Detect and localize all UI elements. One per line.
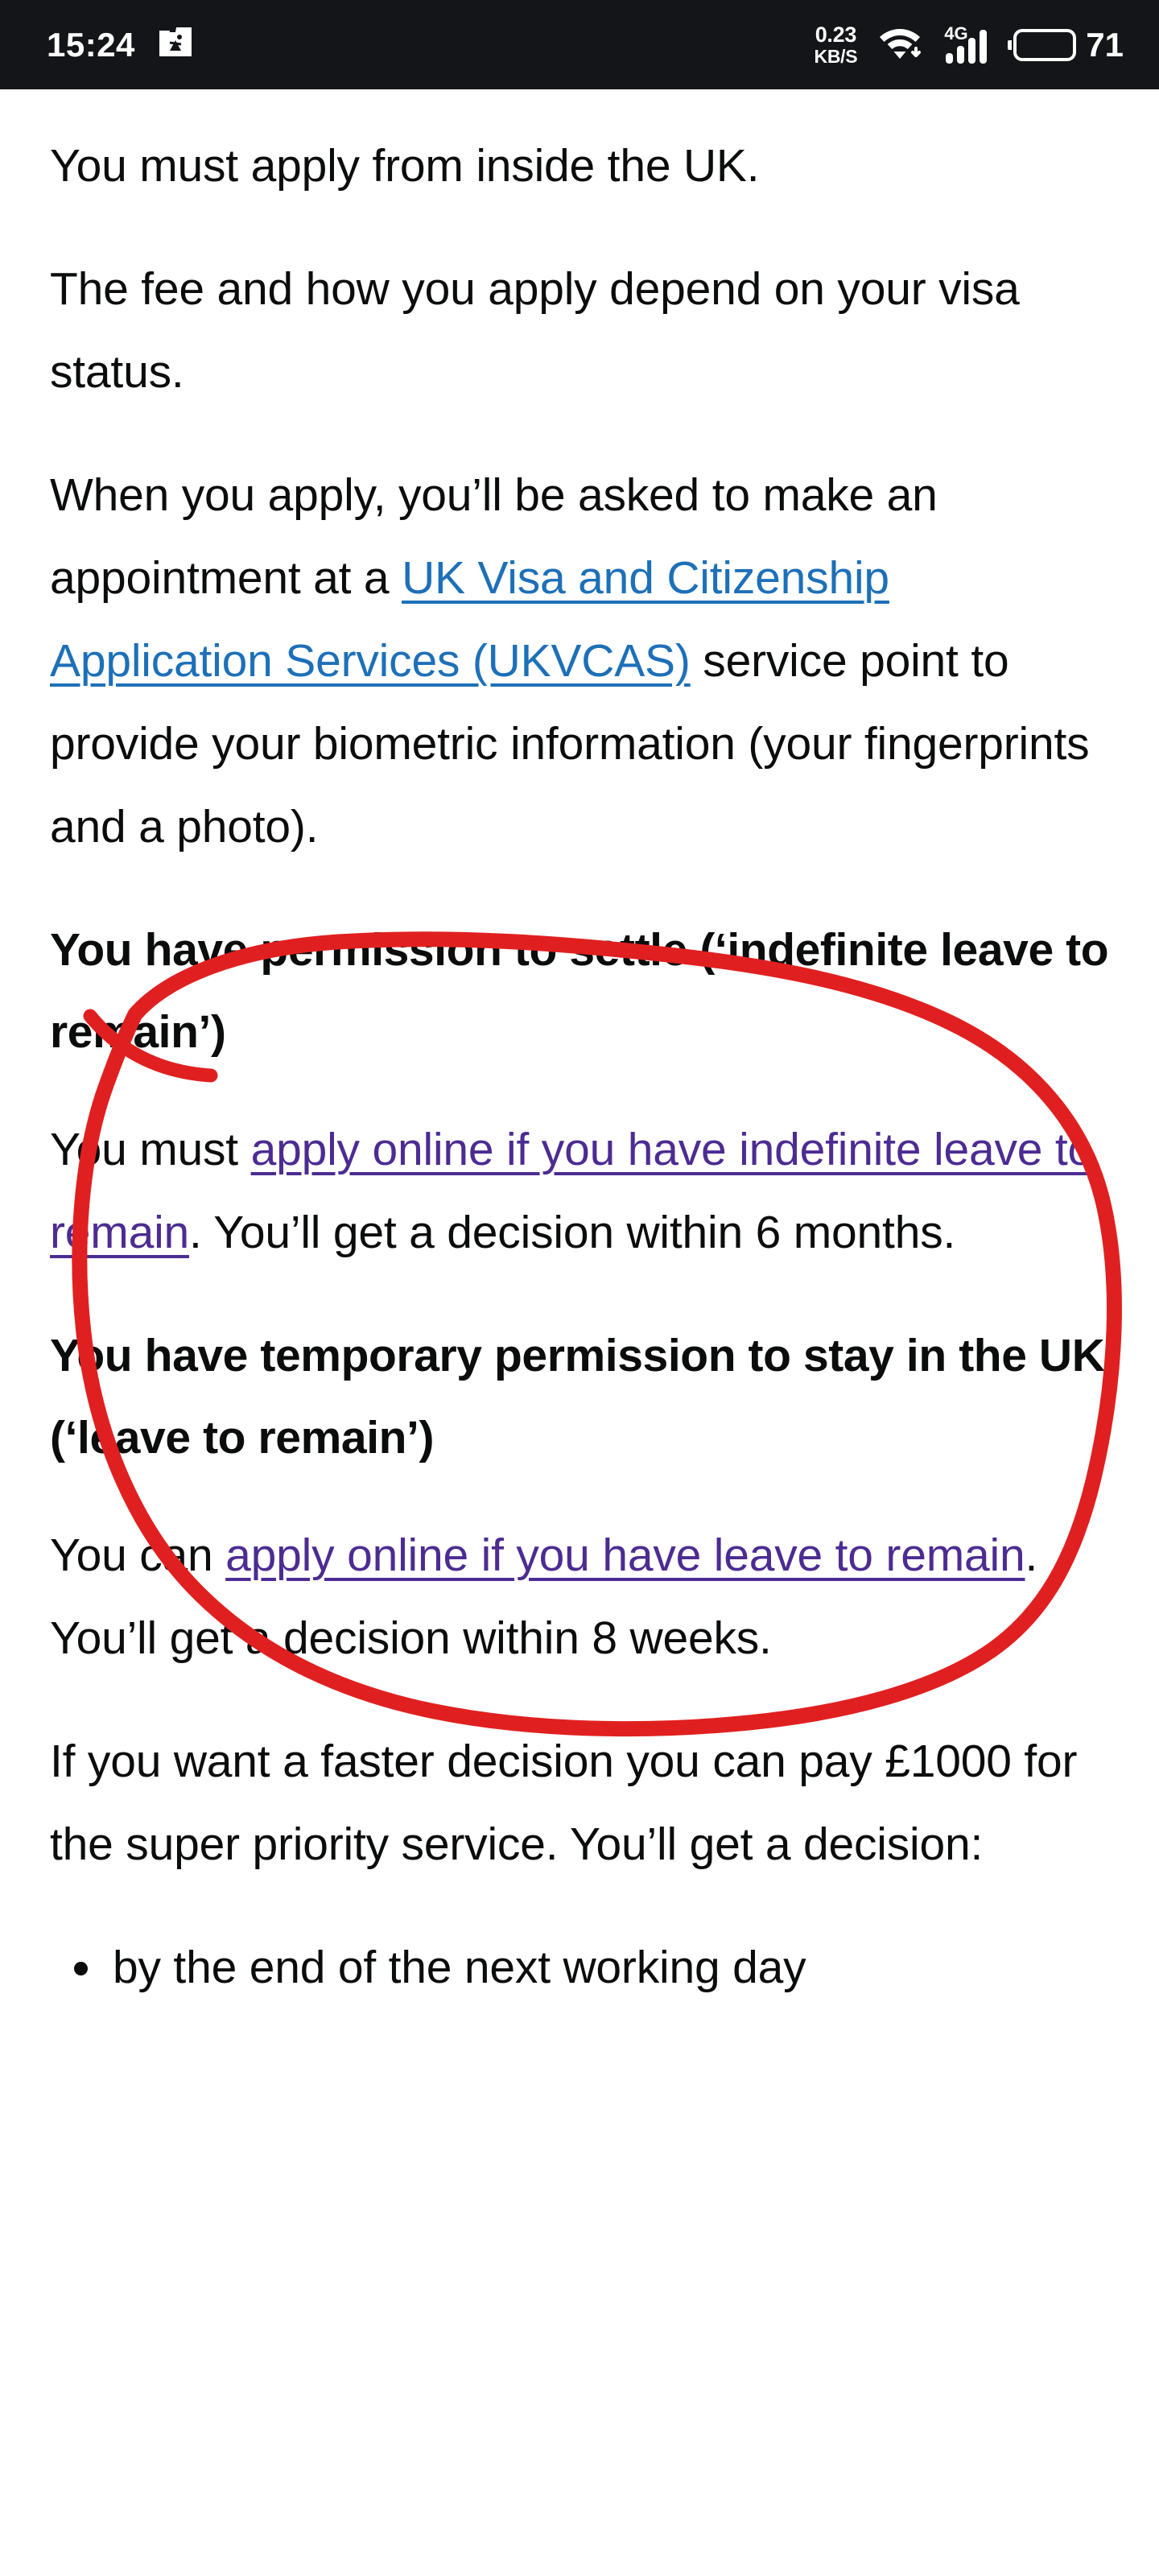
signal-bars-icon: 4G — [944, 23, 988, 64]
battery-icon — [1013, 28, 1077, 61]
bullet-dot-icon — [74, 1962, 88, 1975]
screenshot-gallery-icon — [158, 27, 193, 63]
paragraph-appointment-ukvcas: When you apply, you’ll be asked to make … — [50, 454, 1116, 869]
heading-permission-to-settle: You have permission to settle (‘indefini… — [50, 924, 1109, 1058]
article-content: You must apply from inside the UK. The f… — [0, 89, 1159, 2009]
battery-indicator: 71 — [1008, 25, 1124, 64]
paragraph-apply-inside-uk: You must apply from inside the UK. — [50, 140, 760, 192]
status-bar-left: 15:24 — [47, 27, 193, 63]
paragraph-ltr-apply: You can apply online if you have leave t… — [50, 1514, 1116, 1680]
paragraph-ltr-text-before: You can — [50, 1530, 226, 1581]
screen: 15:24 0.23 KB/S 4G 71 You must apply fro… — [0, 0, 1159, 2576]
network-speed-value: 0.23 — [815, 22, 857, 47]
status-bar-right: 0.23 KB/S 4G 71 — [814, 22, 1124, 67]
heading-temporary-permission: You have temporary permission to stay in… — [50, 1330, 1105, 1463]
status-bar: 15:24 0.23 KB/S 4G 71 — [0, 0, 1159, 89]
status-bar-clock: 15:24 — [47, 25, 135, 64]
decision-timing-list: by the end of the next working day — [50, 1926, 1116, 2009]
paragraph-ilr-text-after: . You’ll get a decision within 6 months. — [189, 1207, 956, 1258]
mobile-network-label: 4G — [944, 23, 968, 43]
paragraph-ilr-text-before: You must — [50, 1124, 251, 1175]
list-item-label: by the end of the next working day — [113, 1942, 806, 1993]
wifi-icon — [878, 24, 923, 65]
battery-percent: 71 — [1086, 25, 1124, 64]
network-speed-indicator: 0.23 KB/S — [814, 22, 858, 67]
list-item: by the end of the next working day — [50, 1926, 1116, 2009]
paragraph-fee-depends: The fee and how you apply depend on your… — [50, 263, 1020, 398]
paragraph-super-priority: If you want a faster decision you can pa… — [50, 1736, 1078, 1870]
link-apply-online-ltr[interactable]: apply online if you have leave to remain — [225, 1530, 1025, 1581]
battery-terminal-icon — [1008, 39, 1013, 50]
network-speed-unit: KB/S — [814, 45, 858, 67]
paragraph-ilr-apply: You must apply online if you have indefi… — [50, 1108, 1116, 1274]
